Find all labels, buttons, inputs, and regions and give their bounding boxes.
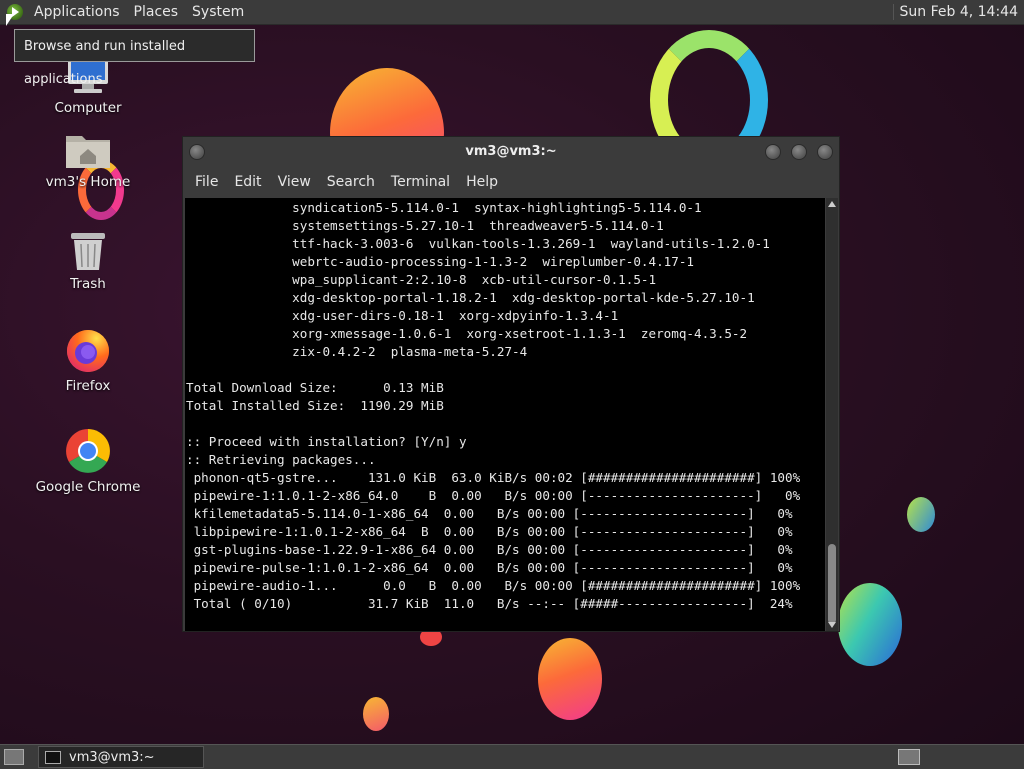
menu-help[interactable]: Help bbox=[458, 174, 506, 190]
terminal-icon bbox=[45, 750, 61, 764]
desktop-icon-label: vm3's Home bbox=[45, 174, 131, 190]
terminal-line: xdg-desktop-portal-1.18.2-1 xdg-desktop-… bbox=[186, 290, 755, 305]
menu-system[interactable]: System bbox=[185, 0, 251, 24]
terminal-line: ttf-hack-3.003-6 vulkan-tools-1.3.269-1 … bbox=[186, 236, 770, 251]
maximize-button[interactable] bbox=[791, 144, 807, 160]
clock[interactable]: Sun Feb 4, 14:44 bbox=[892, 4, 1024, 20]
desktop-icon-label: Trash bbox=[70, 276, 106, 292]
terminal-line: Total ( 0/10) 31.7 KiB 11.0 B/s --:-- [#… bbox=[186, 596, 793, 611]
terminal-line: Total Installed Size: 1190.29 MiB bbox=[186, 398, 444, 413]
terminal-line: wpa_supplicant-2:2.10-8 xcb-util-cursor-… bbox=[186, 272, 657, 287]
terminal-output[interactable]: syndication5-5.114.0-1 syntax-highlighti… bbox=[185, 198, 825, 631]
scroll-thumb[interactable] bbox=[828, 544, 836, 624]
terminal-line: gst-plugins-base-1.22.9-1-x86_64 0.00 B/… bbox=[186, 542, 793, 557]
bottom-panel: vm3@vm3:~ bbox=[0, 744, 1024, 769]
minimize-button[interactable] bbox=[765, 144, 781, 160]
terminal-line: pipewire-1:1.0.1-2-x86_64.0 B 0.00 B/s 0… bbox=[186, 488, 801, 503]
workspace-switcher[interactable] bbox=[898, 749, 920, 765]
desktop-icon-label: Computer bbox=[54, 100, 122, 116]
menu-applications[interactable]: Applications bbox=[27, 0, 127, 24]
scroll-up-arrow-icon[interactable] bbox=[828, 201, 836, 207]
taskbar-window-label: vm3@vm3:~ bbox=[69, 749, 155, 765]
close-button[interactable] bbox=[817, 144, 833, 160]
wallpaper-blob bbox=[363, 697, 389, 731]
terminal-line: pipewire-pulse-1:1.0.1-2-x86_64 0.00 B/s… bbox=[186, 560, 793, 575]
wallpaper-blob bbox=[907, 497, 935, 532]
terminal-line: xorg-xmessage-1.0.6-1 xorg-xsetroot-1.1.… bbox=[186, 326, 748, 341]
terminal-window[interactable]: vm3@vm3:~ File Edit View Search Terminal… bbox=[182, 136, 840, 632]
desktop-icon-home[interactable]: vm3's Home bbox=[33, 130, 143, 190]
terminal-line: systemsettings-5.27.10-1 threadweaver5-5… bbox=[186, 218, 664, 233]
firefox-icon bbox=[67, 330, 109, 372]
terminal-line: Total Download Size: 0.13 MiB bbox=[186, 380, 444, 395]
scroll-down-arrow-icon[interactable] bbox=[828, 622, 836, 628]
wallpaper-blob bbox=[838, 583, 902, 666]
terminal-line: phonon-qt5-gstre... 131.0 KiB 63.0 KiB/s… bbox=[186, 470, 801, 485]
menu-view[interactable]: View bbox=[270, 174, 319, 190]
terminal-line: :: Proceed with installation? [Y/n] y bbox=[186, 434, 467, 449]
terminal-line: xdg-user-dirs-0.18-1 xorg-xdpyinfo-1.3.4… bbox=[186, 308, 619, 323]
chrome-icon bbox=[66, 429, 110, 473]
desktop-icon-firefox[interactable]: Firefox bbox=[33, 326, 143, 394]
terminal-line: libpipewire-1:1.0.1-2-x86_64 B 0.00 B/s … bbox=[186, 524, 793, 539]
trash-icon bbox=[71, 233, 105, 270]
terminal-line: zix-0.4.2-2 plasma-meta-5.27-4 bbox=[186, 344, 528, 359]
terminal-menubar: File Edit View Search Terminal Help bbox=[183, 167, 839, 197]
menu-places[interactable]: Places bbox=[127, 0, 186, 24]
terminal-text: syndication5-5.114.0-1 syntax-highlighti… bbox=[185, 198, 825, 613]
desktop-icon-label: Google Chrome bbox=[35, 479, 141, 495]
terminal-line: kfilemetadata5-5.114.0-1-x86_64 0.00 B/s… bbox=[186, 506, 793, 521]
desktop-icon-chrome[interactable]: Google Chrome bbox=[33, 427, 143, 495]
terminal-title: vm3@vm3:~ bbox=[465, 144, 557, 159]
top-panel: Applications Places System Sun Feb 4, 14… bbox=[0, 0, 1024, 25]
menu-file[interactable]: File bbox=[187, 174, 226, 190]
menu-search[interactable]: Search bbox=[319, 174, 383, 190]
terminal-scrollbar[interactable] bbox=[826, 198, 838, 631]
terminal-line: syndication5-5.114.0-1 syntax-highlighti… bbox=[186, 200, 702, 215]
window-menu-button[interactable] bbox=[189, 144, 205, 160]
taskbar-window-button[interactable]: vm3@vm3:~ bbox=[38, 746, 204, 768]
menu-terminal[interactable]: Terminal bbox=[383, 174, 458, 190]
terminal-line: pipewire-audio-1... 0.0 B 0.00 B/s 00:00… bbox=[186, 578, 801, 593]
terminal-titlebar[interactable]: vm3@vm3:~ bbox=[183, 137, 839, 167]
desktop-icon-label: Firefox bbox=[65, 378, 111, 394]
mouse-cursor-icon bbox=[6, 14, 14, 26]
menu-edit[interactable]: Edit bbox=[226, 174, 269, 190]
home-folder-icon bbox=[66, 136, 110, 168]
terminal-line: webrtc-audio-processing-1-1.3-2 wireplum… bbox=[186, 254, 694, 269]
wallpaper-blob bbox=[538, 638, 602, 720]
desktop-icon-trash[interactable]: Trash bbox=[33, 230, 143, 292]
show-desktop-button[interactable] bbox=[4, 749, 24, 765]
terminal-line: :: Retrieving packages... bbox=[186, 452, 376, 467]
applications-tooltip: Browse and run installed applications bbox=[14, 29, 255, 87]
